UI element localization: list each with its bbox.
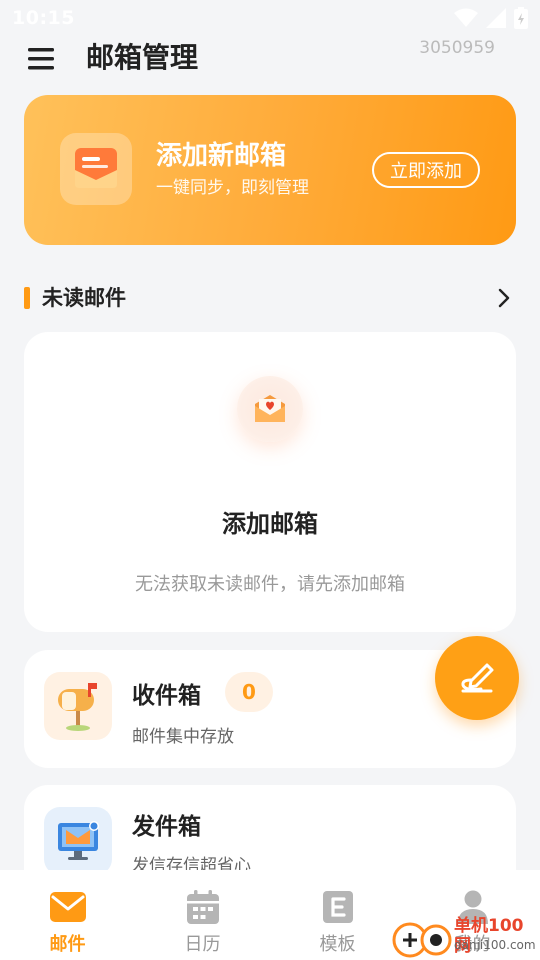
- wifi-icon: [454, 8, 478, 27]
- status-time: 10:15: [12, 7, 75, 29]
- status-icons: [454, 7, 528, 29]
- calendar-icon: [184, 888, 222, 926]
- nav-item-calendar[interactable]: 日历: [135, 870, 270, 960]
- header-code: 3050959: [419, 38, 495, 58]
- status-bar: 10:15: [0, 0, 540, 36]
- outbox-title: 发件箱: [132, 814, 201, 840]
- inbox-subtitle: 邮件集中存放: [132, 727, 234, 747]
- nav-item-template[interactable]: 模板: [270, 870, 405, 960]
- inbox-count-badge: 0: [225, 672, 273, 712]
- battery-icon: [514, 7, 528, 29]
- compose-button[interactable]: [435, 636, 519, 720]
- add-mailbox-banner[interactable]: 添加新邮箱 一键同步，即刻管理 立即添加: [24, 95, 516, 245]
- inbox-title: 收件箱: [132, 683, 201, 709]
- unread-section-header[interactable]: 未读邮件: [24, 282, 516, 314]
- nav-item-mail[interactable]: 邮件: [0, 870, 135, 960]
- watermark: 单机100网 danji100.com: [392, 916, 540, 960]
- section-title: 未读邮件: [42, 286, 126, 310]
- banner-title: 添加新邮箱: [156, 141, 287, 171]
- compose-pen-icon: [461, 663, 494, 693]
- menu-button[interactable]: [24, 44, 58, 74]
- outbox-computer-icon: [44, 807, 112, 875]
- mailbox-icon: [60, 133, 132, 205]
- menu-icon: [28, 48, 54, 70]
- app-header: 邮箱管理 3050959: [0, 36, 540, 80]
- nav-label-mail: 邮件: [49, 934, 86, 955]
- watermark-url: danji100.com: [454, 938, 536, 952]
- signal-icon: [486, 8, 506, 28]
- empty-title: 添加邮箱: [222, 510, 318, 538]
- section-accent-bar: [24, 287, 30, 309]
- mail-icon: [49, 888, 87, 926]
- add-now-button[interactable]: 立即添加: [372, 152, 480, 188]
- template-icon: [319, 888, 357, 926]
- nav-label-template: 模板: [319, 934, 356, 955]
- nav-label-calendar: 日历: [184, 934, 221, 955]
- banner-subtitle: 一键同步，即刻管理: [156, 178, 309, 198]
- empty-description: 无法获取未读邮件，请先添加邮箱: [135, 574, 405, 595]
- chevron-right-icon[interactable]: [492, 286, 516, 310]
- page-title: 邮箱管理: [86, 41, 199, 74]
- watermark-logo-icon: [392, 922, 452, 958]
- unread-empty-card: 添加邮箱 无法获取未读邮件，请先添加邮箱: [24, 332, 516, 632]
- envelope-heart-icon: [237, 376, 303, 442]
- inbox-mailbox-icon: [44, 672, 112, 740]
